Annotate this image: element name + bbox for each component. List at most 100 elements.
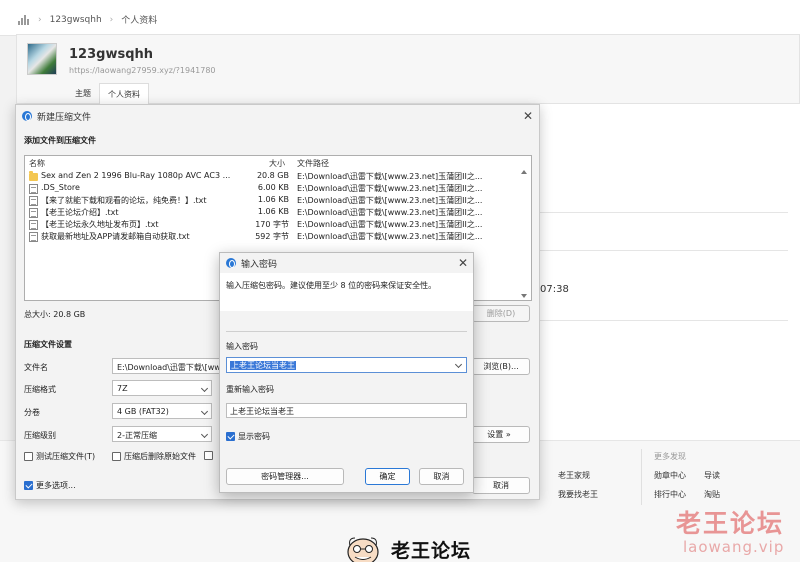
total-size: 总大小: 20.8 GB [24, 310, 86, 319]
breadcrumb-user[interactable]: 123gwsqhh [50, 15, 102, 25]
checkbox-checked-icon[interactable] [226, 432, 235, 441]
reenter-password-input[interactable]: 上老王论坛当老王 [226, 403, 467, 418]
password-dialog: 输入密码 ✕ 输入压缩包密码。建议使用至少 8 位的密码来保证安全性。 输入密码… [219, 252, 474, 493]
file-size: 592 字节 [255, 232, 289, 241]
checkbox-box[interactable] [112, 452, 121, 461]
ok-button[interactable]: 确定 [365, 468, 410, 485]
column-name[interactable]: 名称 [29, 158, 45, 169]
breadcrumb-separator-icon: › [38, 14, 42, 25]
profile-card: 123gwsqhh https://laowang27959.xyz/?1941… [16, 34, 800, 105]
table-row[interactable]: .DS_Store 6.00 KB E:\Download\迅雷下载\[www.23… [25, 183, 531, 195]
settings-heading: 压缩文件设置 [24, 340, 72, 349]
checkbox-box[interactable] [204, 451, 213, 460]
file-size: 20.8 GB [256, 171, 289, 180]
folder-icon [29, 171, 38, 181]
reenter-password-label: 重新输入密码 [226, 385, 274, 394]
text-file-icon [29, 208, 38, 218]
more-options-checkbox[interactable]: 更多选项... [24, 480, 76, 491]
footer-divider [641, 449, 642, 505]
table-row[interactable]: 【老王论坛介绍】.txt 1.06 KB E:\Download\迅雷下载\[www… [25, 207, 531, 219]
instruction-panel: 输入压缩包密码。建议使用至少 8 位的密码来保证安全性。 [220, 273, 473, 311]
tab-topics[interactable]: 主题 [67, 83, 99, 105]
footer-link-rules[interactable]: 老王家规 [558, 470, 590, 481]
file-name: 获取最新地址及APP请发邮箱自动获取.txt [41, 232, 190, 241]
text-file-icon [29, 196, 38, 206]
file-list-scrollbar[interactable] [519, 168, 529, 300]
breadcrumb-separator-icon: › [109, 14, 114, 25]
password-instruction: 输入压缩包密码。建议使用至少 8 位的密码来保证安全性。 [226, 281, 437, 290]
breadcrumb: › 123gwsqhh › 个人资料 [18, 13, 157, 26]
profile-url[interactable]: https://laowang27959.xyz/?1941780 [69, 66, 216, 75]
close-icon[interactable]: ✕ [523, 110, 533, 122]
chevron-down-icon [200, 430, 209, 439]
checkbox-box[interactable] [24, 452, 33, 461]
filename-label: 文件名 [24, 363, 48, 372]
file-name: 【来了就能下载和观看的论坛，纯免费！】.txt [41, 196, 207, 205]
password-dialog-titlebar[interactable]: 输入密码 ✕ [220, 253, 473, 275]
more-options-label: 更多选项... [36, 481, 76, 490]
file-name: .DS_Store [41, 183, 80, 192]
scroll-down-icon[interactable] [521, 294, 527, 298]
enter-password-label: 输入密码 [226, 342, 258, 351]
filename-input[interactable]: E:\Download\迅雷下载\[www [112, 358, 222, 374]
watermark-en: laowang.vip [683, 538, 785, 556]
file-size: 1.06 KB [257, 207, 289, 216]
file-name: Sex and Zen 2 1996 Blu-Ray 1080p AVC AC3… [41, 171, 231, 180]
checkbox-checked-icon[interactable] [24, 481, 33, 490]
table-row[interactable]: 获取最新地址及APP请发邮箱自动获取.txt 592 字节 E:\Download\… [25, 231, 531, 243]
column-size[interactable]: 大小 [269, 158, 285, 169]
show-password-label: 显示密码 [238, 432, 270, 441]
delete-button[interactable]: 删除(D) [472, 305, 530, 322]
column-path[interactable]: 文件路径 [297, 158, 329, 169]
delete-after-label: 压缩后删除原始文件 [124, 452, 196, 461]
chevron-down-icon[interactable] [454, 360, 463, 369]
password-manager-button[interactable]: 密码管理器... [226, 468, 344, 485]
footer-link-medals[interactable]: 勋章中心 [654, 470, 686, 481]
avatar[interactable] [27, 43, 57, 75]
chevron-down-icon [200, 407, 209, 416]
file-path: E:\Download\迅雷下载\[www.23.net]玉蒲团II之... [297, 196, 483, 205]
table-row[interactable]: 【来了就能下载和观看的论坛，纯免费！】.txt 1.06 KB E:\Downloa… [25, 195, 531, 207]
file-name: 【老王论坛永久地址发布页】.txt [41, 220, 159, 229]
show-password-checkbox[interactable]: 显示密码 [226, 431, 270, 442]
file-path: E:\Download\迅雷下载\[www.23.net]玉蒲团II之... [297, 220, 483, 229]
browse-button[interactable]: 浏览(B)... [472, 358, 530, 375]
file-path: E:\Download\迅雷下载\[www.23.net]玉蒲团II之... [297, 184, 483, 193]
third-option-checkbox[interactable] [204, 451, 213, 460]
text-file-icon [29, 220, 38, 230]
password-input[interactable]: 上老王论坛当老王 [226, 357, 467, 373]
password-value: 上老王论坛当老王 [230, 361, 296, 370]
level-select[interactable]: 2-正常压缩 [112, 426, 212, 442]
forum-home-icon[interactable] [18, 14, 30, 25]
footer-link-tao[interactable]: 淘贴 [704, 489, 720, 500]
table-row[interactable]: 【老王论坛永久地址发布页】.txt 170 字节 E:\Download\迅雷下载\… [25, 219, 531, 231]
breadcrumb-profile[interactable]: 个人资料 [121, 13, 157, 26]
cancel-button[interactable]: 取消 [419, 468, 464, 485]
cancel-button[interactable]: 取消 [472, 477, 530, 494]
format-label: 压缩格式 [24, 385, 56, 394]
close-icon[interactable]: ✕ [458, 257, 468, 269]
content-divider [540, 320, 788, 321]
footer-link-find[interactable]: 我要找老王 [558, 489, 598, 500]
settings-button[interactable]: 设置 » [468, 426, 530, 443]
content-divider [540, 250, 788, 251]
level-value: 2-正常压缩 [117, 431, 157, 440]
app-icon [22, 111, 32, 121]
test-archive-checkbox[interactable]: 测试压缩文件(T) [24, 451, 95, 462]
volume-label: 分卷 [24, 408, 40, 417]
delete-after-checkbox[interactable]: 压缩后删除原始文件 [112, 451, 196, 462]
tab-profile[interactable]: 个人资料 [99, 83, 149, 105]
format-select[interactable]: 7Z [112, 380, 212, 396]
footer-link-ranking[interactable]: 排行中心 [654, 489, 686, 500]
volume-select[interactable]: 4 GB (FAT32) [112, 403, 212, 419]
username: 123gwsqhh [69, 47, 154, 62]
level-label: 压缩级别 [24, 431, 56, 440]
scroll-up-icon[interactable] [521, 170, 527, 174]
password-dialog-title: 输入密码 [241, 260, 278, 270]
footer-link-guide[interactable]: 导读 [704, 470, 720, 481]
app-icon [226, 258, 236, 268]
table-row[interactable]: Sex and Zen 2 1996 Blu-Ray 1080p AVC AC3… [25, 171, 531, 183]
format-value: 7Z [117, 384, 128, 393]
file-size: 170 字节 [255, 220, 289, 229]
compress-dialog-titlebar[interactable]: 新建压缩文件 ✕ [16, 105, 539, 127]
